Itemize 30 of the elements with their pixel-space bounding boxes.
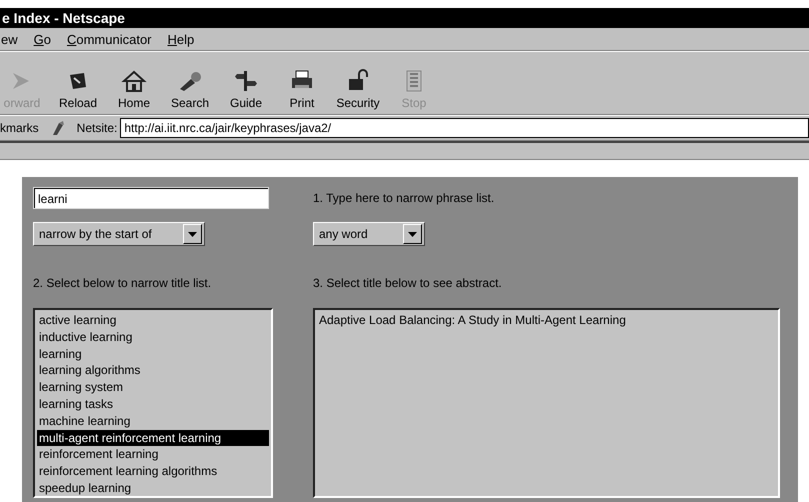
search-field[interactable]: learni — [33, 187, 269, 209]
list-item[interactable]: multi-agent reinforcement learning — [37, 430, 269, 446]
menu-item[interactable]: Communicator — [66, 32, 153, 46]
instruction-text: 2. Select below to narrow title list. — [33, 276, 212, 290]
address-field[interactable]: http://ai.iit.nrc.ca/jair/keyphrases/java2/ — [120, 118, 809, 138]
list-item[interactable]: reinforcement learning algorithms — [37, 463, 269, 480]
list-item[interactable]: speedup learning — [37, 480, 269, 497]
bookmarks-label[interactable]: kmarks — [0, 121, 39, 135]
list-item[interactable]: learning algorithms — [37, 362, 269, 380]
list-item[interactable]: machine learning — [37, 412, 269, 430]
menu-item[interactable]: ew — [0, 32, 19, 46]
menu-item[interactable]: Go — [32, 32, 52, 46]
house-icon — [121, 69, 147, 93]
window-title: e Index - Netscape — [2, 10, 125, 26]
list-item[interactable]: reinforcement learning — [37, 446, 269, 464]
caret-icon — [408, 232, 417, 236]
word-dropdown[interactable]: any word — [313, 222, 425, 246]
list-item[interactable]: active learning — [37, 312, 269, 329]
list-item[interactable]: inductive learning — [37, 328, 269, 346]
instruction-text: 1. Type here to narrow phrase list. — [313, 191, 494, 205]
mode-dropdown[interactable]: narrow by the start of — [33, 222, 205, 246]
list-item[interactable]: Adaptive Load Balancing: A Study in Multi-Agent Learning — [317, 312, 776, 329]
caret-icon — [188, 232, 197, 236]
list-item[interactable]: learning — [37, 346, 269, 362]
list-item[interactable]: learning tasks — [37, 396, 269, 413]
menu-item[interactable]: Help — [166, 32, 196, 46]
location-label: Netsite: — [76, 121, 118, 135]
list-item[interactable]: learning system — [37, 379, 269, 396]
signpost-icon — [233, 69, 259, 93]
instruction-text: 3. Select title below to see abstract. — [313, 276, 502, 290]
